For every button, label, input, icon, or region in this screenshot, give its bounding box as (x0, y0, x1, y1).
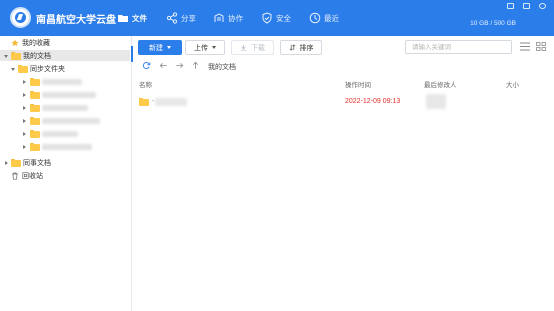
tree-item[interactable] (0, 128, 130, 139)
breadcrumb-current[interactable]: 我的文档 (208, 62, 236, 72)
chevron-right-icon[interactable] (22, 92, 28, 98)
storage-quota: 10 GB / 500 GB (470, 20, 516, 27)
chevron-right-icon[interactable] (22, 79, 28, 85)
folder-icon (30, 77, 40, 86)
download-icon (241, 44, 246, 51)
modified-time: 2022-12-09 09:13 (345, 98, 401, 105)
share-icon (166, 12, 178, 24)
sidebar-item-sync-folder[interactable]: 同步文件夹 (0, 63, 130, 74)
upload-button-label: 上传 (194, 44, 208, 52)
nav-recent-label: 最近 (324, 13, 339, 23)
download-button-label: 下载 (251, 44, 265, 52)
chevron-right-icon[interactable] (22, 105, 28, 111)
file-name: . (152, 96, 154, 103)
nav-collab[interactable]: 协作 (213, 10, 243, 26)
tree-item[interactable] (0, 102, 130, 113)
folder-icon (11, 51, 21, 60)
university-logo (10, 7, 31, 28)
sidebar-item-label: 我的收藏 (22, 39, 50, 47)
sidebar-item-favorites[interactable]: 我的收藏 (0, 37, 130, 48)
brand-title: 南昌航空大学云盘 (36, 15, 116, 26)
clock-icon (309, 12, 321, 24)
caret-down-icon (212, 46, 216, 49)
folder-icon (30, 129, 40, 138)
folder-icon (11, 158, 21, 167)
sidebar-item-my-docs[interactable]: 我的文档 (0, 50, 130, 61)
trash-icon (12, 172, 18, 180)
grid-view-icon[interactable] (536, 42, 546, 51)
user-icon[interactable] (539, 3, 546, 9)
nav-share-label: 分享 (181, 13, 196, 23)
collab-icon (214, 13, 224, 22)
chevron-down-icon[interactable] (4, 53, 10, 59)
nav-files[interactable]: 文件 (117, 10, 147, 26)
table-header: 名称 操作时间 最后修改人 大小 (133, 76, 554, 90)
folder-icon (18, 64, 28, 73)
sidebar: 我的收藏 我的文档 同步文件夹 同事文档 回收站 (0, 36, 132, 311)
chevron-right-icon[interactable] (22, 118, 28, 124)
redacted-name (42, 130, 78, 137)
tree-item[interactable] (0, 89, 130, 100)
download-button[interactable]: 下载 (231, 40, 274, 55)
back-arrow-icon[interactable] (159, 61, 168, 70)
forward-arrow-icon[interactable] (175, 61, 184, 70)
sort-icon (289, 44, 295, 51)
redacted-name (155, 98, 187, 106)
chevron-down-icon[interactable] (11, 66, 17, 72)
upload-button[interactable]: 上传 (185, 40, 225, 55)
sort-button[interactable]: 排序 (280, 40, 322, 55)
column-last-modifier[interactable]: 最后修改人 (424, 79, 457, 89)
column-modified[interactable]: 操作时间 (345, 79, 371, 89)
chevron-right-icon[interactable] (22, 131, 28, 137)
header-utility-icons (507, 3, 546, 9)
main-content: 新建 上传 下载 排序 我的文档 名称 操作时间 最后修改人 大小 . 2022… (133, 36, 554, 311)
sidebar-item-colleague-docs[interactable]: 同事文档 (0, 157, 130, 168)
nav-recent[interactable]: 最近 (309, 10, 339, 26)
sidebar-item-label: 回收站 (22, 172, 43, 180)
list-view-icon[interactable] (520, 42, 530, 51)
new-button[interactable]: 新建 (138, 40, 182, 55)
sidebar-item-recycle-bin[interactable]: 回收站 (0, 170, 130, 181)
caret-down-icon (167, 46, 171, 49)
top-bar: 南昌航空大学云盘 文件 分享 协作 安全 最近 10 GB / 500 GB (0, 0, 554, 36)
redacted-name (42, 117, 100, 124)
folder-icon (30, 116, 40, 125)
nav-security[interactable]: 安全 (261, 10, 291, 26)
sort-button-label: 排序 (299, 44, 314, 52)
breadcrumb-bar: 我的文档 (133, 59, 554, 73)
tree-item[interactable] (0, 76, 130, 87)
monitor-icon[interactable] (507, 3, 514, 9)
redacted-name (42, 143, 92, 150)
folder-icon (139, 98, 149, 106)
folder-icon (30, 103, 40, 112)
redacted-modifier (426, 94, 446, 109)
nav-security-label: 安全 (276, 13, 291, 23)
chevron-right-icon[interactable] (22, 144, 28, 150)
refresh-icon[interactable] (142, 61, 151, 70)
sidebar-item-label: 同步文件夹 (30, 65, 65, 73)
nav-files-label: 文件 (132, 13, 147, 23)
up-arrow-icon[interactable] (191, 61, 200, 70)
redacted-name (42, 91, 96, 98)
nav-share[interactable]: 分享 (166, 10, 196, 26)
redacted-name (42, 104, 88, 111)
column-size[interactable]: 大小 (506, 79, 519, 89)
sidebar-item-label: 同事文档 (23, 159, 51, 167)
new-button-label: 新建 (149, 44, 163, 52)
nav-collab-label: 协作 (228, 13, 243, 23)
chevron-right-icon[interactable] (4, 160, 10, 166)
column-name[interactable]: 名称 (139, 79, 152, 89)
star-icon (11, 38, 19, 46)
sidebar-item-label: 我的文档 (23, 52, 51, 60)
table-row[interactable]: . 2022-12-09 09:13 (133, 94, 554, 110)
tree-item[interactable] (0, 141, 130, 152)
search-input[interactable] (405, 40, 512, 54)
tree-item[interactable] (0, 115, 130, 126)
folder-icon (30, 142, 40, 151)
redacted-name (42, 78, 82, 85)
folder-icon (30, 90, 40, 99)
folder-icon (118, 15, 128, 22)
message-icon[interactable] (523, 3, 530, 9)
shield-icon (262, 12, 272, 24)
